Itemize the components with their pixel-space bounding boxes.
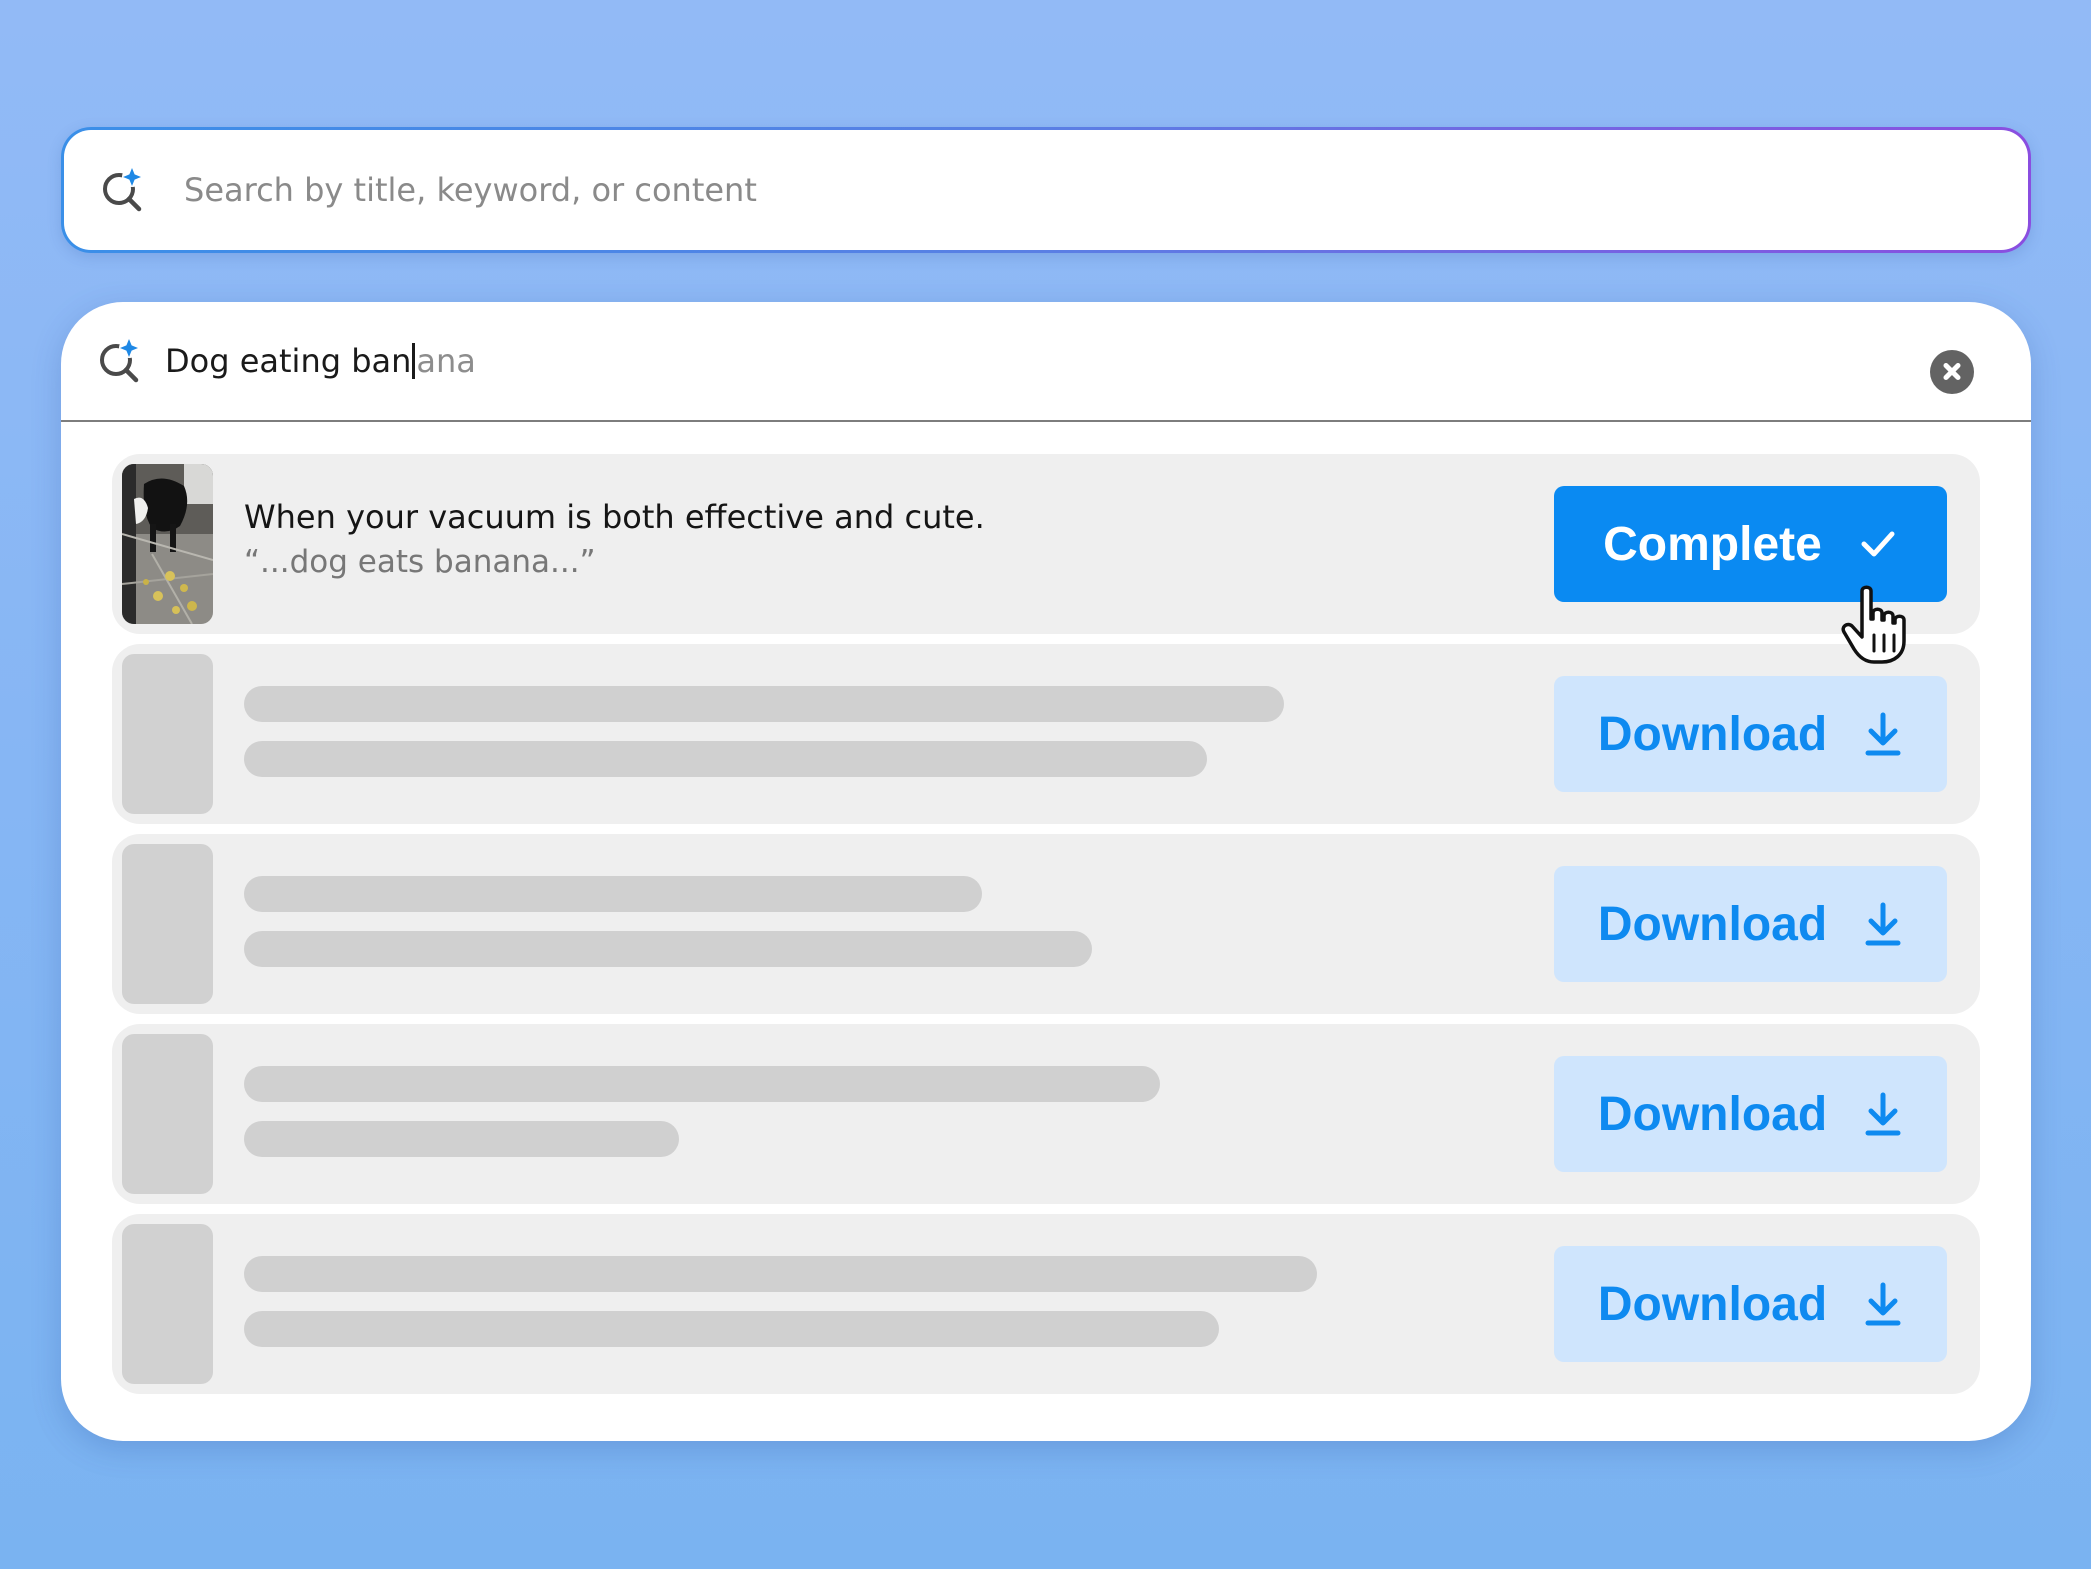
download-button[interactable]: Download (1554, 1246, 1947, 1362)
thumbnail-placeholder (122, 1034, 213, 1194)
download-button[interactable]: Download (1554, 676, 1947, 792)
download-button-label: Download (1597, 897, 1828, 951)
download-button[interactable]: Download (1554, 866, 1947, 982)
clear-search-button[interactable] (1930, 350, 1974, 394)
result-snippet: “...dog eats banana...” (244, 544, 596, 580)
results-list: When your vacuum is both effective and c… (112, 454, 1980, 1404)
skeleton-line (244, 741, 1207, 777)
thumbnail-placeholder (122, 654, 213, 814)
skeleton-line (244, 1121, 679, 1157)
download-icon (1865, 1282, 1901, 1326)
download-button[interactable]: Download (1554, 1056, 1947, 1172)
active-search-query[interactable]: Dog eating ban ana (165, 342, 476, 380)
skeleton-line (244, 1256, 1317, 1292)
download-button-label: Download (1597, 1277, 1828, 1331)
complete-button[interactable]: Complete (1554, 486, 1947, 602)
top-search-field-container (64, 130, 2028, 250)
skeleton-line (244, 931, 1092, 967)
download-icon (1865, 712, 1901, 756)
video-thumbnail[interactable] (122, 464, 213, 624)
active-search-header: Dog eating ban ana (61, 302, 2031, 422)
result-row[interactable]: When your vacuum is both effective and c… (112, 454, 1980, 634)
result-row-loading: Download (112, 834, 1980, 1014)
query-typed-text: Dog eating ban (165, 342, 412, 380)
text-caret (412, 343, 416, 379)
download-icon (1865, 902, 1901, 946)
download-button-label: Download (1597, 707, 1828, 761)
result-row-loading: Download (112, 1024, 1980, 1204)
search-input[interactable] (182, 170, 1886, 210)
check-icon (1861, 531, 1895, 557)
thumbnail-placeholder (122, 844, 213, 1004)
top-search-bar (61, 127, 2031, 253)
ai-search-icon (100, 338, 139, 383)
complete-button-label: Complete (1603, 517, 1822, 571)
skeleton-line (244, 1066, 1160, 1102)
skeleton-line (244, 1311, 1219, 1347)
result-title[interactable]: When your vacuum is both effective and c… (244, 498, 985, 536)
skeleton-line (244, 876, 982, 912)
query-autocomplete-suggestion: ana (416, 342, 476, 380)
download-icon (1865, 1092, 1901, 1136)
dog-video-thumbnail-image (122, 464, 213, 624)
thumbnail-placeholder (122, 1224, 213, 1384)
search-results-panel: Dog eating ban ana When your vacuum is b… (61, 302, 2031, 1441)
ai-search-icon (103, 167, 142, 212)
skeleton-line (244, 686, 1284, 722)
result-row-loading: Download (112, 644, 1980, 824)
result-row-loading: Download (112, 1214, 1980, 1394)
download-button-label: Download (1597, 1087, 1828, 1141)
